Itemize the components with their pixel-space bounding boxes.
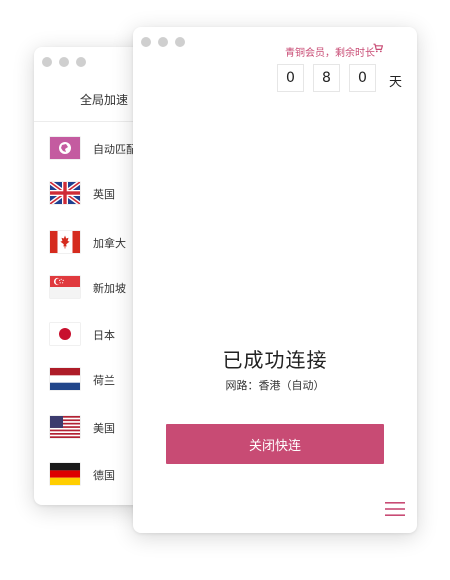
days-digit: 8 [313,64,340,92]
days-unit: 天 [389,75,403,90]
usa-flag [50,416,80,438]
region-label: 加拿大 [93,237,126,250]
close-dot[interactable] [42,57,52,67]
connection-status: 已成功连接 [222,348,328,372]
germany-flag [50,463,80,485]
region-label: 自动匹配 [93,143,137,156]
main-window: 青铜会员，剩余时长 0 8 0 天 已成功连接 网路：香港（自动） 关闭快连 [133,27,417,533]
days-digit: 0 [349,64,376,92]
disconnect-button[interactable]: 关闭快连 [166,424,384,464]
cart-icon[interactable] [373,43,383,53]
region-label: 新加坡 [93,282,126,295]
maximize-dot[interactable] [175,37,185,47]
netherlands-flag [50,368,80,390]
region-label: 日本 [93,329,115,342]
uk-flag [50,182,80,204]
canada-flag [50,231,80,253]
minimize-dot[interactable] [158,37,168,47]
region-label: 英国 [93,188,115,201]
region-label: 美国 [93,422,115,435]
region-label: 荷兰 [93,374,115,387]
minimize-dot[interactable] [59,57,69,67]
singapore-flag [50,276,80,298]
window-controls [141,37,185,47]
menu-icon[interactable] [385,501,405,517]
network-info: 网路：香港（自动） [225,379,325,392]
japan-flag [50,323,80,345]
region-label: 德国 [93,469,115,482]
days-digit: 0 [277,64,304,92]
globe-icon [50,137,80,159]
membership-link[interactable]: 青铜会员，剩余时长 [285,44,375,59]
maximize-dot[interactable] [76,57,86,67]
window-controls [42,57,86,67]
close-dot[interactable] [141,37,151,47]
